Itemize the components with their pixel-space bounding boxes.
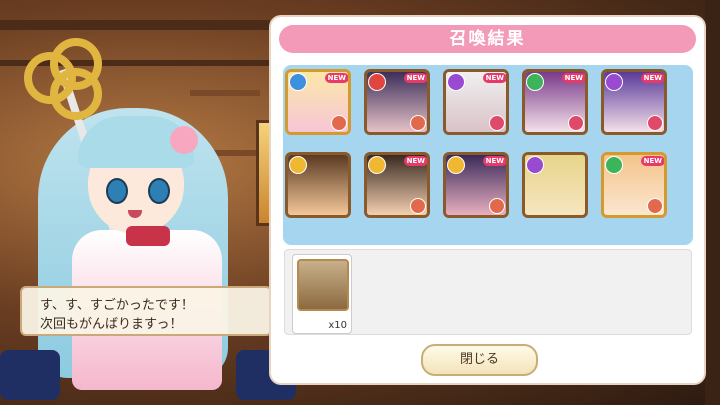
right-wall — [705, 0, 720, 405]
role-icon — [489, 198, 505, 214]
result-card[interactable]: NEW — [364, 152, 430, 218]
key-head-icon — [24, 38, 104, 120]
new-badge: NEW — [640, 156, 664, 166]
panel-title: 召喚結果 — [279, 25, 696, 53]
dark-element-icon — [526, 156, 544, 174]
dialogue-box: す、す、すごかったです！ 次回もがんばりますっ！ — [20, 286, 272, 336]
role-icon — [410, 115, 426, 131]
result-card[interactable]: NEW — [364, 69, 430, 135]
result-card[interactable]: NEW — [443, 69, 509, 135]
item-count: x10 — [328, 320, 347, 331]
result-card[interactable] — [522, 152, 588, 218]
light-element-icon — [289, 156, 307, 174]
result-card[interactable]: NEW — [443, 152, 509, 218]
new-badge: NEW — [640, 73, 664, 83]
role-icon — [647, 198, 663, 214]
role-icon — [489, 115, 505, 131]
new-badge: NEW — [324, 73, 348, 83]
result-card[interactable]: NEW — [285, 69, 351, 135]
role-icon — [410, 198, 426, 214]
memory-crystal-icon — [297, 259, 349, 311]
dark-element-icon — [447, 73, 465, 91]
character-bow — [126, 226, 170, 246]
result-card[interactable]: NEW — [522, 69, 588, 135]
result-grid: NEW NEW NEW NEW NEW NEW NEW NEW — [283, 65, 693, 245]
close-button[interactable]: 閉じる — [421, 344, 538, 376]
role-icon — [331, 115, 347, 131]
new-badge: NEW — [403, 73, 427, 83]
light-element-icon — [368, 156, 386, 174]
item-card[interactable]: x10 — [292, 254, 352, 334]
result-card[interactable]: NEW — [601, 69, 667, 135]
item-rewards-area: x10 — [284, 249, 692, 335]
dialogue-line: す、す、すごかったです！ — [40, 298, 194, 313]
result-card[interactable]: NEW — [601, 152, 667, 218]
new-badge: NEW — [403, 156, 427, 166]
new-badge: NEW — [561, 73, 585, 83]
dialogue-line: 次回もがんばりますっ！ — [40, 317, 183, 332]
wind-element-icon — [605, 156, 623, 174]
ceiling-beam — [0, 20, 270, 30]
hair-flower-icon — [170, 126, 198, 154]
character-eye — [148, 178, 170, 204]
water-element-icon — [289, 73, 307, 91]
role-icon — [647, 115, 663, 131]
fire-element-icon — [368, 73, 386, 91]
new-badge: NEW — [482, 156, 506, 166]
role-icon — [568, 115, 584, 131]
ribbon-left — [0, 350, 60, 400]
light-element-icon — [447, 156, 465, 174]
wind-element-icon — [526, 73, 544, 91]
character-eye — [106, 178, 128, 204]
character-portrait — [0, 30, 300, 405]
result-card[interactable] — [285, 152, 351, 218]
new-badge: NEW — [482, 73, 506, 83]
summon-result-panel: 召喚結果 NEW NEW NEW NEW NEW NEW NEW NEW x10 閉じる — [271, 17, 704, 383]
dark-element-icon — [605, 73, 623, 91]
